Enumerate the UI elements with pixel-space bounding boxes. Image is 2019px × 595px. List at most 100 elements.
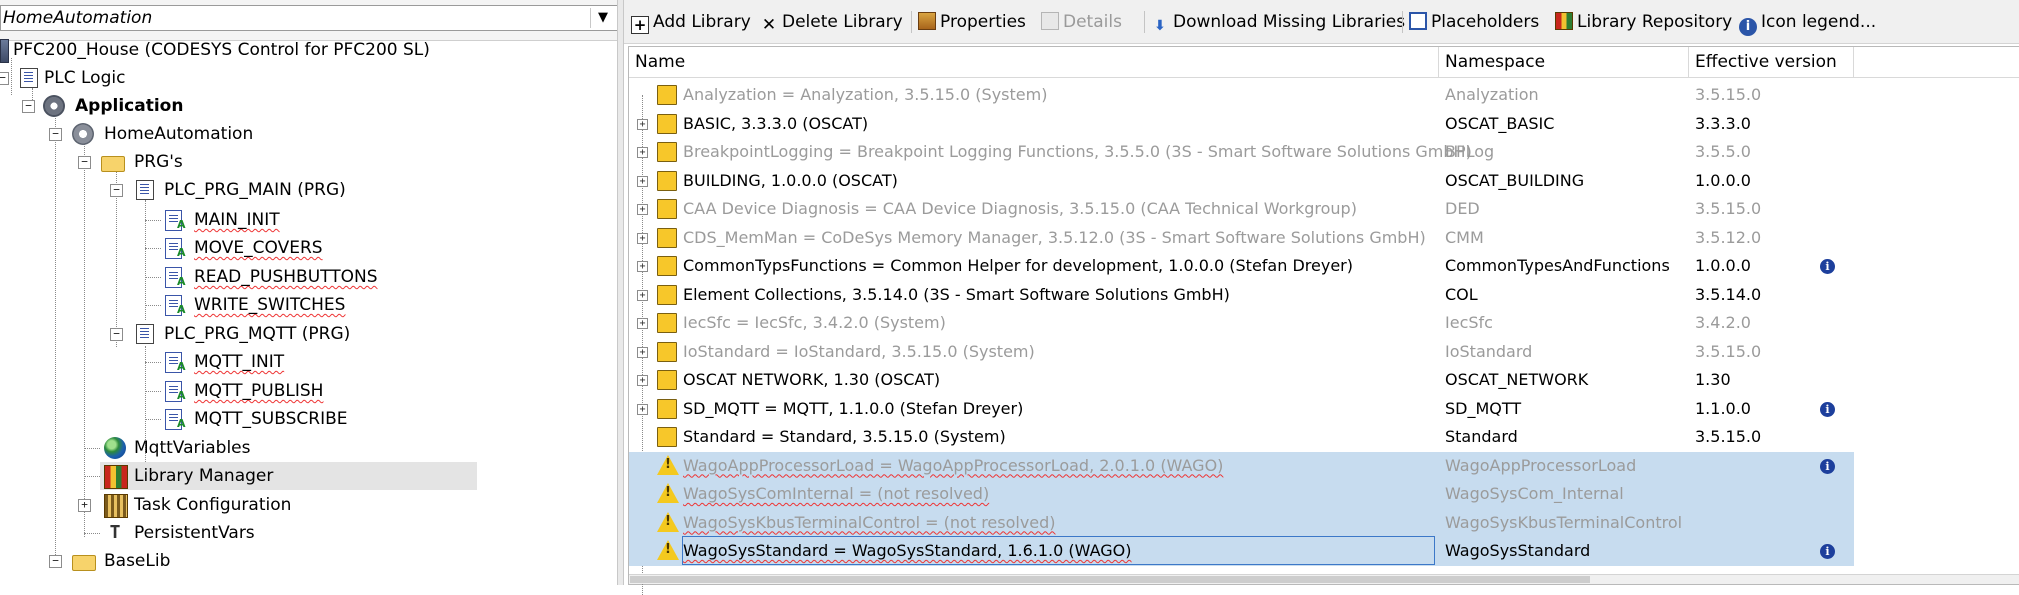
cell-version: 1.0.0.0 <box>1695 256 1751 275</box>
expand-icon[interactable]: + <box>637 403 648 415</box>
tree-root-combo[interactable]: HomeAutomation ▼ <box>0 5 617 31</box>
add-icon: + <box>631 16 649 34</box>
icon-legend-label: Icon legend... <box>1761 12 1877 32</box>
expand-icon[interactable]: + <box>637 318 648 329</box>
collapse-icon[interactable]: − <box>49 128 62 141</box>
column-header-effective-version[interactable]: Effective version <box>1689 47 1854 77</box>
table-row[interactable]: + CDS_MemMan = CoDeSys Memory Manager, 3… <box>629 224 1854 253</box>
expand-icon[interactable]: + <box>637 375 648 386</box>
info-icon[interactable]: i <box>1820 544 1835 559</box>
tree-item-mqttvariables[interactable]: MqttVariables <box>0 434 617 462</box>
expand-icon[interactable]: + <box>637 118 648 130</box>
library-table: Name Namespace Effective version Analyza… <box>628 46 2019 595</box>
collapse-icon[interactable]: − <box>0 72 9 85</box>
cell-namespace: WagoAppProcessorLoad <box>1445 455 1637 475</box>
table-row[interactable]: Analyzation = Analyzation, 3.5.15.0 (Sys… <box>629 81 1854 110</box>
tree-item-plc-logic[interactable]: − PLC Logic <box>0 64 617 92</box>
collapse-icon[interactable]: − <box>49 555 62 568</box>
expand-icon[interactable]: + <box>637 204 648 215</box>
table-row[interactable]: + Element Collections, 3.5.14.0 (3S - Sm… <box>629 281 1854 310</box>
table-row[interactable]: ! WagoAppProcessorLoad = WagoAppProcesso… <box>629 451 1854 480</box>
folder-icon <box>101 156 125 172</box>
application-gear-icon <box>43 95 65 117</box>
gear-icon <box>72 123 94 145</box>
add-library-button[interactable]: + Add Library <box>631 9 751 35</box>
collapse-icon[interactable]: − <box>110 184 123 197</box>
tree-item-device[interactable]: PFC200_House (CODESYS Control for PFC200… <box>0 36 617 64</box>
expand-icon[interactable]: + <box>637 175 648 187</box>
cell-version: 1.30 <box>1695 370 1731 389</box>
tree-item-label: READ_PUSHBUTTONS <box>194 267 378 287</box>
tree-item-action[interactable]: A READ_PUSHBUTTONS <box>0 263 617 291</box>
table-row[interactable]: + IoStandard = IoStandard, 3.5.15.0 (Sys… <box>629 338 1854 367</box>
tree-item-application[interactable]: − Application <box>0 92 617 120</box>
column-header-namespace[interactable]: Namespace <box>1439 47 1689 77</box>
tree-item-label: BaseLib <box>104 551 171 571</box>
table-row[interactable]: ! WagoSysStandard = WagoSysStandard, 1.6… <box>629 536 1854 566</box>
tree-item-homeautomation[interactable]: − HomeAutomation <box>0 120 617 148</box>
cell-namespace: IecSfc <box>1445 313 1493 332</box>
table-row[interactable]: + BASIC, 3.3.3.0 (OSCAT) OSCAT_BASIC 3.3… <box>629 110 1854 139</box>
expand-icon[interactable]: + <box>637 261 648 272</box>
library-icon <box>657 370 677 390</box>
horizontal-scrollbar[interactable] <box>629 574 2019 584</box>
expand-icon[interactable]: + <box>637 147 648 158</box>
tree-item-plc-prg-mqtt[interactable]: − PLC_PRG_MQTT (PRG) <box>0 320 617 348</box>
table-row[interactable]: + BUILDING, 1.0.0.0 (OSCAT) OSCAT_BUILDI… <box>629 167 1854 196</box>
expand-icon[interactable]: + <box>637 232 648 244</box>
details-button[interactable]: Details <box>1041 9 1122 35</box>
action-icon: A <box>165 409 186 430</box>
table-row[interactable]: + IecSfc = IecSfc, 3.4.2.0 (System) IecS… <box>629 309 1854 338</box>
cell-name: IoStandard = IoStandard, 3.5.15.0 (Syste… <box>683 341 1035 361</box>
tree-item-baselib[interactable]: − BaseLib <box>0 547 617 575</box>
info-icon[interactable]: i <box>1820 259 1835 274</box>
column-header-name[interactable]: Name <box>629 47 1439 77</box>
tree-item-plc-prg-main[interactable]: − PLC_PRG_MAIN (PRG) <box>0 176 617 204</box>
tree-item-library-manager[interactable]: Library Manager <box>100 462 477 490</box>
tree-item-prgs-folder[interactable]: − PRG's <box>0 148 617 176</box>
library-repository-button[interactable]: Library Repository <box>1555 9 1732 35</box>
table-row[interactable]: Standard = Standard, 3.5.15.0 (System) S… <box>629 423 1854 452</box>
table-row[interactable]: ! WagoSysComInternal = (not resolved) Wa… <box>629 480 1854 509</box>
collapse-icon[interactable]: − <box>110 328 123 341</box>
tree-item-action[interactable]: A MQTT_INIT <box>0 348 617 376</box>
tree-item-action[interactable]: A MAIN_INIT <box>0 206 617 234</box>
info-icon[interactable]: i <box>1820 458 1835 474</box>
properties-button[interactable]: Properties <box>918 9 1026 35</box>
table-row[interactable]: + CAA Device Diagnosis = CAA Device Diag… <box>629 195 1854 224</box>
expand-icon[interactable]: + <box>637 289 648 301</box>
scrollbar-thumb[interactable] <box>630 576 1590 583</box>
tree-item-action[interactable]: A WRITE_SWITCHES <box>0 291 617 319</box>
collapse-icon[interactable]: − <box>78 156 91 169</box>
cell-namespace: OSCAT_BASIC <box>1445 113 1555 133</box>
panel-splitter[interactable] <box>617 0 624 585</box>
plc-logic-icon <box>20 68 38 88</box>
placeholders-button[interactable]: Placeholders <box>1409 9 1539 35</box>
chevron-down-icon[interactable]: ▼ <box>590 8 615 28</box>
tree-item-action[interactable]: A MQTT_PUBLISH <box>0 377 617 405</box>
placeholders-icon <box>1409 12 1427 30</box>
collapse-icon[interactable]: − <box>22 100 35 113</box>
library-icon <box>657 313 677 333</box>
download-missing-libraries-button[interactable]: ⬇ Download Missing Libraries <box>1151 9 1405 35</box>
cell-namespace: CMM <box>1445 227 1484 247</box>
table-row[interactable]: ! WagoSysKbusTerminalControl = (not reso… <box>629 508 1854 537</box>
library-icon <box>657 142 677 162</box>
cell-version: 3.5.15.0 <box>1695 427 1762 446</box>
expand-icon[interactable]: + <box>637 346 648 358</box>
tree-item-persistentvars[interactable]: T PersistentVars <box>0 519 617 547</box>
tree-item-action[interactable]: A MQTT_SUBSCRIBE <box>0 405 617 433</box>
info-icon[interactable]: i <box>1820 401 1835 417</box>
icon-legend-button[interactable]: i Icon legend... <box>1739 9 1877 36</box>
delete-library-button[interactable]: ✕ Delete Library <box>760 9 903 35</box>
tree-item-task-configuration[interactable]: + Task Configuration <box>0 491 617 519</box>
table-row[interactable]: + CommonTypsFunctions = Common Helper fo… <box>629 252 1854 281</box>
action-icon: A <box>165 381 186 402</box>
tree-item-action[interactable]: A MOVE_COVERS <box>0 234 617 262</box>
table-row[interactable]: + OSCAT NETWORK, 1.30 (OSCAT) OSCAT_NETW… <box>629 366 1854 395</box>
tree-item-label: PLC Logic <box>44 68 126 88</box>
table-row[interactable]: + SD_MQTT = MQTT, 1.1.0.0 (Stefan Dreyer… <box>629 395 1854 424</box>
cell-name: WagoSysStandard = WagoSysStandard, 1.6.1… <box>682 536 1435 565</box>
expand-icon[interactable]: + <box>78 499 91 512</box>
table-row[interactable]: + BreakpointLogging = Breakpoint Logging… <box>629 138 1854 167</box>
